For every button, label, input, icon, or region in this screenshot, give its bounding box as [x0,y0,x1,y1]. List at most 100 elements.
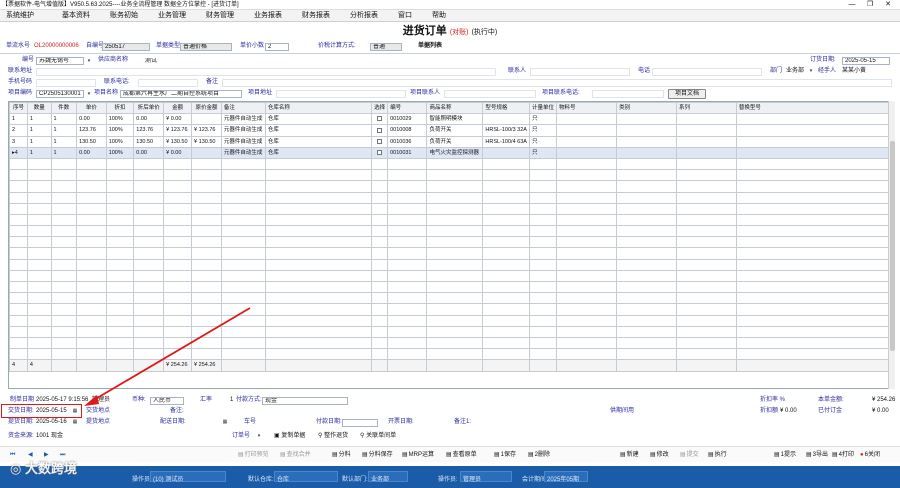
table-cell[interactable]: 智能照明模块 [426,113,484,126]
table-cell[interactable]: 元器件自动生成 [220,124,266,137]
view-source-button[interactable]: ▤查看原单 [446,451,477,459]
menu-basic-data[interactable]: 基本资料 [62,10,90,22]
table-cell[interactable]: 仓库 [264,146,373,159]
project-dropdown-icon[interactable]: ▾ [86,91,92,97]
grid-scrollbar[interactable] [888,101,895,389]
close-button[interactable]: ●6关闭 [860,451,880,459]
table-cell[interactable]: 1 [26,135,52,148]
mrp-button[interactable]: ▤MRP运算 [402,451,434,459]
resubmit-button[interactable]: ⚲ 整作退货 [318,432,348,441]
column-header[interactable]: 数量 [26,102,52,115]
table-cell[interactable] [735,124,889,137]
column-header[interactable]: 型号规格 [482,102,530,115]
menu-business-report[interactable]: 业务报表 [254,10,282,22]
table-cell[interactable]: 1 [26,113,52,126]
column-header[interactable]: 仓库名称 [264,102,373,115]
table-cell[interactable]: 1 [50,146,78,159]
export-button[interactable]: ▤3导出 [806,451,828,459]
table-cell[interactable]: 123.76 [76,124,107,137]
calendar-icon[interactable]: ▦ [72,419,78,425]
table-cell[interactable]: 1 [26,146,52,159]
pay-date-field[interactable] [342,419,378,427]
table-cell[interactable]: 负荷开关 [426,135,484,148]
column-header[interactable]: 编号 [387,102,428,115]
table-cell[interactable]: 只 [528,135,557,148]
table-cell[interactable] [482,113,530,126]
remark-field[interactable] [222,79,892,87]
table-cell[interactable] [676,135,737,148]
table-cell[interactable] [676,113,737,126]
table-cell[interactable] [735,146,889,159]
row-checkbox[interactable] [377,149,383,155]
table-cell[interactable] [371,124,389,137]
detail-grid[interactable]: 序号 数量 件数 单价 折扣 折后单价 金额 原价金额 备注 仓库名称 选择 编号 商品名称 型号规格 计量… [8,101,890,389]
delete-button[interactable]: ▤2删除 [528,451,550,459]
table-row[interactable]: ▸4 1 1 0.00 100% 0.00 ¥ 0.00 元器件自动生成 仓库 0010031 电气… [9,146,889,159]
table-cell[interactable]: 100% [105,135,135,148]
table-cell[interactable]: 100% [105,146,135,159]
contact-addr-field[interactable] [36,68,496,76]
project-phone-field[interactable] [592,90,664,98]
table-cell[interactable]: 1 [26,124,52,137]
table-row[interactable]: 3 1 1 130.50 100% 130.50 ¥ 130.50 ¥ 130.50 元器件自动… [9,135,889,148]
table-cell[interactable] [482,146,530,159]
row-checkbox[interactable] [377,127,383,133]
table-cell[interactable]: 1 [9,113,28,126]
table-cell[interactable]: ¥ 0.00 [163,146,193,159]
table-cell[interactable]: 元器件自动生成 [220,146,266,159]
table-cell[interactable]: 负荷开关 [426,124,484,137]
table-row[interactable]: 1 1 1 0.00 100% 0.00 ¥ 0.00 元器件自动生成 仓库 0010029 智能照… [9,113,889,126]
table-cell[interactable]: 100% [105,124,135,137]
code-field[interactable]: 苏魏无锡号 [36,57,84,65]
order-date-field[interactable]: 2025-05-15 [842,57,890,65]
table-cell[interactable]: 只 [528,146,557,159]
column-header[interactable]: 商品名称 [426,102,484,115]
currency-select[interactable]: 人民币 [150,397,184,405]
table-cell[interactable] [555,113,618,126]
modify-button[interactable]: ▤修改 [650,451,669,459]
close-window-button[interactable]: ✕ [880,0,896,9]
menu-help[interactable]: 帮助 [432,10,446,22]
order-dropdown-icon[interactable]: ▾ [256,433,262,439]
contact-field[interactable] [530,68,630,76]
table-cell[interactable]: 只 [528,124,557,137]
project-name-field[interactable]: 成都第六再生水厂二期自控系统项目 [120,90,242,98]
submit-button[interactable]: ▤提交 [680,451,699,459]
table-cell[interactable] [371,113,389,126]
table-row[interactable]: 2 1 1 123.76 100% 123.76 ¥ 123.76 ¥ 123.76 元器件自动… [9,124,889,137]
column-header[interactable]: 折后单价 [133,102,165,115]
table-cell[interactable]: 0.00 [76,146,107,159]
column-header[interactable]: 物料号 [555,102,618,115]
table-cell[interactable]: 0.00 [133,113,165,126]
contact-phone-field[interactable] [138,79,198,87]
column-header[interactable]: 折扣 [105,102,135,115]
table-cell[interactable]: 123.76 [133,124,165,137]
table-cell[interactable]: 2 [9,124,28,137]
table-cell[interactable]: HRSL-100/4 63A [482,135,530,148]
table-cell[interactable]: 0.00 [76,113,107,126]
table-cell[interactable]: 130.50 [133,135,165,148]
menu-window[interactable]: 窗口 [398,10,412,22]
column-header[interactable]: 系列 [676,102,737,115]
table-cell[interactable]: 1 [50,113,78,126]
table-cell[interactable] [555,135,618,148]
dept-dropdown-icon[interactable]: ▾ [808,68,814,74]
new-button[interactable]: ▤新建 [620,451,639,459]
menu-finance-report[interactable]: 财务报表 [302,10,330,22]
unit-decimal-stepper[interactable]: 2 [265,43,289,51]
menu-system[interactable]: 系统维护 [6,10,34,22]
table-cell[interactable] [371,146,389,159]
related-button[interactable]: ⚲ 关联单间单 [360,432,396,441]
table-cell[interactable] [616,124,678,137]
table-cell[interactable]: 3 [9,135,28,148]
table-cell[interactable]: 元器件自动生成 [220,135,266,148]
dept-value[interactable]: 业务部 [786,67,804,76]
table-cell[interactable] [555,124,618,137]
table-cell[interactable]: 100% [105,113,135,126]
column-header[interactable]: 计量单位 [528,102,557,115]
scrollbar-thumb[interactable] [890,141,895,351]
menu-business[interactable]: 业务管理 [158,10,186,22]
print-preview-button[interactable]: ▤打印预览 [238,451,269,459]
table-cell[interactable] [616,113,678,126]
project-doc-button[interactable]: 项目文档 [668,89,706,99]
